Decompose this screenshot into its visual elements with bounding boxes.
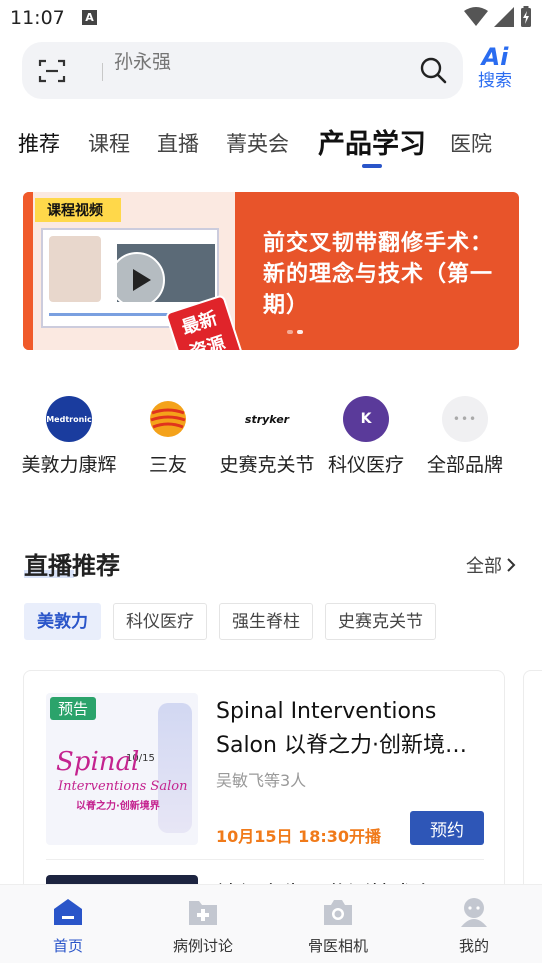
ai-search-button[interactable]: Ai 搜索 [470, 44, 520, 98]
nav-label: 首页 [52, 937, 83, 955]
live-time: 10月15日 18:30开播 [216, 827, 382, 846]
keyi-logo: K [343, 396, 389, 442]
case-folder-icon [189, 901, 217, 925]
brand-label: 美敦力康辉 [21, 454, 117, 476]
poster-subtitle: Interventions Salon [58, 779, 188, 794]
promo-banner[interactable]: 课程视频 最新资源 前交叉韧带翻修手术：新的理念与技术（第一期） [23, 192, 519, 350]
nav-label: 我的 [458, 937, 489, 955]
tab-courses[interactable]: 课程 [88, 128, 130, 158]
brand-filter-chips: 美敦力 科仪医疗 强生脊柱 史赛克关节 [24, 603, 436, 640]
brand-stryker[interactable]: stryker 史赛克关节 [217, 396, 317, 480]
wifi-icon [464, 7, 488, 26]
more-icon: ••• [442, 396, 488, 442]
medtronic-logo: Medtronic [46, 396, 92, 442]
nav-home[interactable]: 首页 [18, 897, 118, 956]
tab-hospital[interactable]: 医院 [450, 128, 492, 158]
nav-label: 病例讨论 [172, 937, 233, 955]
nav-case-discussion[interactable]: 病例讨论 [153, 897, 253, 956]
tab-recommend[interactable]: 推荐 [18, 128, 60, 158]
search-divider [102, 63, 103, 81]
spine-graphic [158, 703, 192, 833]
tab-product-learning[interactable]: 产品学习 [318, 122, 426, 161]
chip-depuy-spine[interactable]: 强生脊柱 [219, 603, 313, 640]
brand-label: 三友 [148, 454, 187, 476]
live-poster: 预告 10/15 Spinal Interventions Salon 以脊之力… [46, 693, 198, 845]
tab-elite[interactable]: 菁英会 [226, 128, 289, 158]
section-title: 直播推荐 [24, 552, 120, 580]
status-time: 11:07 [10, 7, 65, 29]
tab-indicator [362, 164, 382, 168]
tab-live[interactable]: 直播 [157, 128, 199, 158]
nav-profile[interactable]: 我的 [424, 897, 524, 956]
see-all-link[interactable]: 全部 [466, 552, 516, 578]
stryker-logo: stryker [244, 412, 290, 426]
preview-badge: 预告 [50, 697, 97, 720]
see-all-label: 全部 [466, 556, 502, 577]
search-icon[interactable] [419, 56, 447, 84]
live-speakers: 吴敏飞等3人 [216, 771, 307, 790]
live-title: Spinal Interventions Salon 以脊之力·创新境… [216, 699, 467, 758]
search-bar [22, 42, 463, 99]
poster-title: Spinal [56, 747, 140, 777]
chevron-right-icon [507, 558, 516, 572]
banner-title: 前交叉韧带翻修手术：新的理念与技术（第一期） [263, 231, 494, 318]
brand-label: 全部品牌 [426, 454, 503, 476]
brand-sanyou[interactable]: 三友 [118, 396, 218, 480]
nav-camera[interactable]: 骨医相机 [288, 897, 388, 956]
poster-slogan: 以脊之力·创新境界 [76, 801, 160, 812]
lecturer-image [49, 236, 101, 302]
search-input[interactable] [114, 50, 414, 74]
brand-label: 科仪医疗 [327, 454, 404, 476]
ai-icon: Ai [481, 43, 509, 71]
profile-icon [461, 898, 487, 927]
notification-icon: A [82, 10, 97, 25]
pagination-dot-active [297, 330, 303, 334]
nav-label: 骨医相机 [307, 937, 368, 955]
home-icon [54, 899, 82, 925]
signal-icon [494, 7, 514, 27]
ai-search-label: 搜索 [478, 71, 512, 91]
brand-medtronic[interactable]: Medtronic 美敦力康辉 [19, 396, 119, 480]
pagination-dot [287, 330, 293, 334]
chip-stryker-joint[interactable]: 史赛克关节 [325, 603, 436, 640]
card-divider [46, 859, 484, 860]
reserve-button[interactable]: 预约 [410, 811, 484, 845]
banner-tag: 课程视频 [35, 198, 121, 222]
brand-keyi[interactable]: K 科仪医疗 [316, 396, 416, 480]
banner-pagination [287, 330, 303, 334]
status-icons [464, 6, 532, 28]
status-bar: 11:07 A [0, 0, 542, 36]
category-tabs: 推荐 课程 直播 菁英会 产品学习 医院 [0, 120, 542, 172]
battery-icon [521, 6, 531, 27]
scan-icon[interactable] [38, 58, 66, 84]
chip-medtronic[interactable]: 美敦力 [24, 603, 101, 640]
brand-label: 史赛克关节 [219, 454, 315, 476]
bottom-nav: 首页 病例讨论 骨医相机 我的 [0, 884, 542, 963]
chip-keyi[interactable]: 科仪医疗 [113, 603, 207, 640]
sanyou-logo [145, 396, 191, 442]
brand-all[interactable]: ••• 全部品牌 [415, 396, 515, 480]
banner-video-panel: 课程视频 最新资源 [23, 192, 244, 350]
play-icon[interactable] [109, 252, 165, 308]
camera-icon [324, 900, 352, 925]
